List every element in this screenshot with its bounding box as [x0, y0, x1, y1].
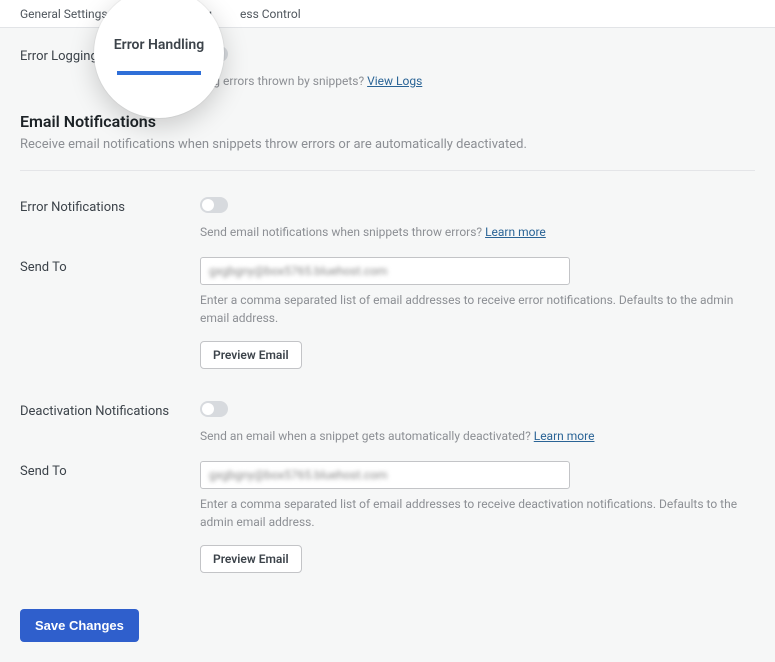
input-send-to-error[interactable]: gxgbgny@box5765.bluehost.com — [200, 257, 570, 285]
row-send-to-error: Send To gxgbgny@box5765.bluehost.com Ent… — [20, 257, 755, 369]
desc-deactivation-notifications: Send an email when a snippet gets automa… — [200, 427, 755, 445]
button-preview-email-deactivation[interactable]: Preview Email — [200, 545, 302, 573]
desc-error-logging: Log errors thrown by snippets? View Logs — [200, 72, 755, 90]
field-error-notifications: Send email notifications when snippets t… — [200, 197, 755, 241]
section-divider — [20, 170, 755, 171]
row-error-notifications: Error Notifications Send email notificat… — [20, 197, 755, 241]
field-error-logging: Log errors thrown by snippets? View Logs — [200, 46, 755, 90]
row-send-to-deactivation: Send To gxgbgny@box5765.bluehost.com Ent… — [20, 461, 755, 573]
link-learn-more-deactivation[interactable]: Learn more — [534, 429, 595, 443]
field-send-to-error: gxgbgny@box5765.bluehost.com Enter a com… — [200, 257, 755, 369]
heading-email-notifications: Email Notifications — [20, 112, 755, 131]
button-preview-email-error[interactable]: Preview Email — [200, 341, 302, 369]
desc-error-notifications: Send email notifications when snippets t… — [200, 223, 755, 241]
tab-access-control[interactable]: ess Control — [240, 1, 301, 27]
label-error-notifications: Error Notifications — [20, 197, 200, 215]
magnifier-underline — [117, 71, 201, 75]
toggle-deactivation-notifications[interactable] — [200, 401, 228, 417]
label-deactivation-notifications: Deactivation Notifications — [20, 401, 200, 419]
input-send-to-deactivation[interactable]: gxgbgny@box5765.bluehost.com — [200, 461, 570, 489]
tab-general-settings[interactable]: General Settings — [20, 1, 108, 27]
help-send-to-error: Enter a comma separated list of email ad… — [200, 291, 755, 327]
magnifier-label: Error Handling — [114, 37, 204, 53]
field-send-to-deactivation: gxgbgny@box5765.bluehost.com Enter a com… — [200, 461, 755, 573]
help-send-to-deactivation: Enter a comma separated list of email ad… — [200, 495, 755, 531]
link-view-logs[interactable]: View Logs — [367, 74, 422, 88]
link-learn-more-error[interactable]: Learn more — [485, 225, 546, 239]
label-send-to-error: Send To — [20, 257, 200, 275]
button-save-changes[interactable]: Save Changes — [20, 609, 139, 642]
label-send-to-deactivation: Send To — [20, 461, 200, 479]
field-deactivation-notifications: Send an email when a snippet gets automa… — [200, 401, 755, 445]
toggle-error-notifications[interactable] — [200, 197, 228, 213]
settings-content: Error Logging Log errors thrown by snipp… — [0, 28, 775, 662]
row-deactivation-notifications: Deactivation Notifications Send an email… — [20, 401, 755, 445]
sub-email-notifications: Receive email notifications when snippet… — [20, 137, 755, 152]
